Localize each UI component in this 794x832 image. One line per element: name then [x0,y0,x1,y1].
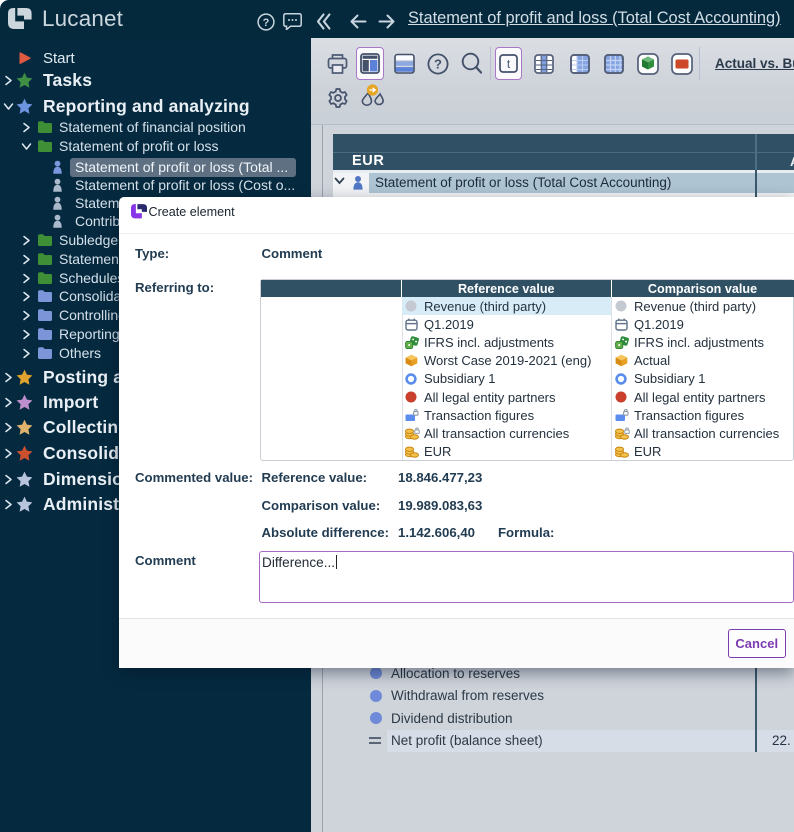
svg-text:?: ? [434,57,442,72]
svg-text:?: ? [262,17,269,29]
svg-text:t: t [507,57,511,71]
